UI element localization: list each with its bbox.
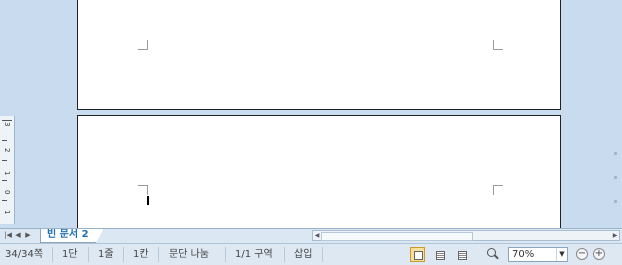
- normal-view-icon: [436, 251, 445, 260]
- status-line[interactable]: 1줄: [98, 248, 114, 261]
- ruler-number: 0: [3, 190, 11, 195]
- status-separator: [158, 247, 159, 262]
- status-separator: [225, 247, 226, 262]
- grip-dot: [614, 176, 617, 179]
- view-normal-button[interactable]: [432, 247, 447, 262]
- ruler-tick: [2, 180, 7, 181]
- view-page-button[interactable]: [410, 247, 425, 262]
- document-tab-bar: |◀ ◀ ▶ 빈 문서 2 ◀ ▶: [0, 228, 622, 243]
- status-char-column[interactable]: 1칸: [133, 248, 149, 261]
- document-workspace[interactable]: 3 2 1 0 1: [0, 0, 622, 228]
- plus-circle-icon[interactable]: +: [593, 248, 605, 260]
- ruler-tick: [2, 160, 7, 161]
- ruler-number: 2: [3, 148, 11, 153]
- status-paragraph-break[interactable]: 문단 나눔: [169, 248, 209, 261]
- tab-first-icon[interactable]: |◀: [4, 230, 12, 241]
- zoom-value: 70%: [512, 249, 535, 260]
- status-separator: [322, 247, 323, 262]
- margin-corner-mark: [138, 40, 148, 50]
- vertical-ruler[interactable]: 3 2 1 0 1: [0, 116, 15, 224]
- outline-view-icon: [458, 251, 467, 260]
- status-separator: [52, 247, 53, 262]
- magnifier-icon[interactable]: [486, 247, 500, 261]
- scroll-left-icon[interactable]: ◀: [313, 231, 321, 240]
- status-section[interactable]: 1/1 구역: [235, 248, 273, 261]
- margin-corner-mark: [138, 185, 148, 195]
- margin-corner-mark: [493, 40, 503, 50]
- status-bar: 34/34쪽 1단 1줄 1칸 문단 나눔 1/1 구역 삽입 70% ▼ − …: [0, 243, 622, 265]
- margin-corner-mark: [493, 185, 503, 195]
- horizontal-scroll-thumb[interactable]: [321, 232, 473, 241]
- tab-next-icon[interactable]: ▶: [24, 230, 32, 241]
- text-cursor: [147, 196, 149, 205]
- document-page-current[interactable]: [77, 115, 561, 228]
- status-separator: [123, 247, 124, 262]
- status-separator: [284, 247, 285, 262]
- grip-dot: [614, 200, 617, 203]
- status-column[interactable]: 1단: [62, 248, 78, 261]
- ruler-number: 1: [3, 210, 11, 215]
- status-page[interactable]: 34/34쪽: [5, 248, 43, 261]
- status-insert-mode[interactable]: 삽입: [294, 248, 312, 261]
- ruler-tick: [2, 120, 12, 121]
- chevron-down-icon[interactable]: ▼: [556, 248, 567, 261]
- ruler-tick: [2, 200, 7, 201]
- zoom-select[interactable]: 70% ▼: [508, 247, 568, 262]
- grip-dot: [614, 152, 617, 155]
- view-outline-button[interactable]: [454, 247, 469, 262]
- document-page-previous[interactable]: [77, 0, 561, 110]
- minus-circle-icon[interactable]: −: [576, 248, 588, 260]
- status-separator: [88, 247, 89, 262]
- tab-document[interactable]: 빈 문서 2: [40, 229, 104, 243]
- ruler-tick: [2, 140, 7, 141]
- page-view-icon: [414, 251, 423, 260]
- scroll-right-icon[interactable]: ▶: [611, 231, 619, 240]
- ruler-number: 1: [3, 171, 11, 176]
- vertical-scroll-edge: [610, 140, 622, 228]
- horizontal-scrollbar[interactable]: ◀ ▶: [312, 230, 620, 241]
- tab-prev-icon[interactable]: ◀: [14, 230, 22, 241]
- ruler-number: 3: [3, 122, 11, 127]
